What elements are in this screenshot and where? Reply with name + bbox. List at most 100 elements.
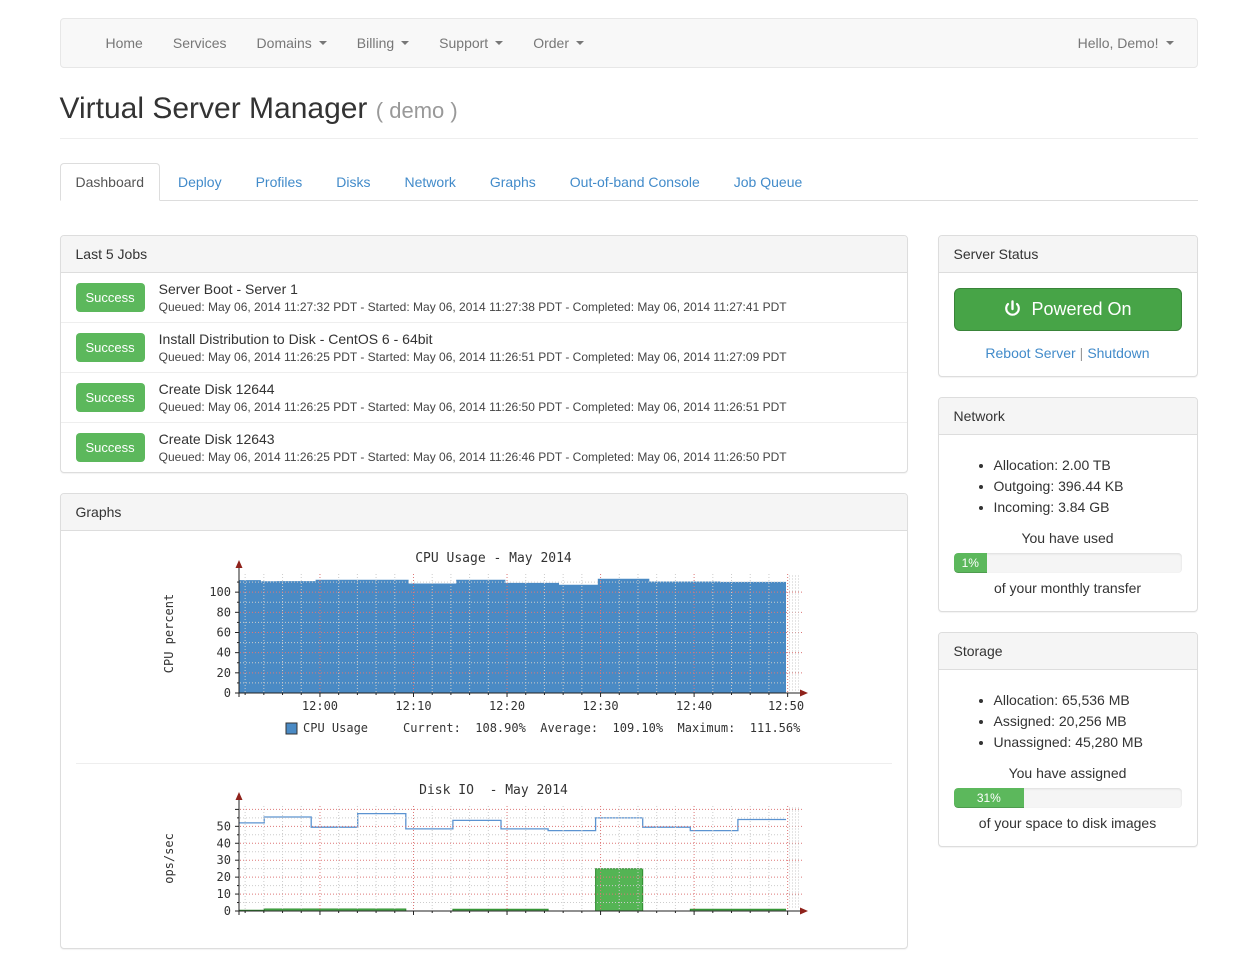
job-row: Success Create Disk 12643 Queued: May 06… (61, 422, 907, 472)
user-menu-label: Hello, Demo! (1078, 35, 1159, 51)
nav-item-label: Home (106, 35, 143, 51)
tab-network[interactable]: Network (389, 163, 472, 201)
network-incoming: Incoming: 3.84 GB (994, 497, 1182, 518)
job-meta: Queued: May 06, 2014 11:27:32 PDT - Star… (159, 300, 787, 314)
svg-text:Current: 108.90% Average: 1: Current: 108.90% Average: 109.10% Maximu… (403, 721, 801, 735)
svg-text:40: 40 (217, 646, 231, 660)
page-subtitle: ( demo ) (376, 98, 458, 123)
nav-item-billing[interactable]: Billing (342, 19, 424, 67)
user-menu[interactable]: Hello, Demo! (1063, 19, 1189, 67)
network-panel-title: Network (939, 398, 1197, 435)
job-title: Create Disk 12644 (159, 381, 787, 397)
svg-text:60: 60 (217, 625, 231, 639)
storage-unassigned: Unassigned: 45,280 MB (994, 732, 1182, 753)
job-row: Success Install Distribution to Disk - C… (61, 322, 907, 372)
server-status-panel: Server Status Powered On Reboot Server|S… (938, 235, 1198, 377)
tab-disks[interactable]: Disks (320, 163, 386, 201)
svg-text:12:20: 12:20 (489, 699, 525, 713)
nav-item-order[interactable]: Order (518, 19, 599, 67)
storage-progress: 31% (954, 788, 1182, 808)
network-stats-list: Allocation: 2.00 TB Outgoing: 396.44 KB … (954, 455, 1182, 518)
svg-text:12:40: 12:40 (676, 699, 712, 713)
svg-text:CPU Usage - May 2014: CPU Usage - May 2014 (415, 551, 572, 566)
svg-text:80: 80 (217, 605, 231, 619)
storage-usage-outro: of your space to disk images (954, 815, 1182, 831)
tab-out-of-band-console[interactable]: Out-of-band Console (554, 163, 716, 201)
reboot-link[interactable]: Reboot Server (985, 345, 1075, 361)
cpu-chart: CPU Usage - May 2014 CPU percent 0 20 40 60 80… (76, 546, 892, 751)
svg-text:20: 20 (217, 870, 231, 884)
page-header: Virtual Server Manager ( demo ) (60, 92, 1198, 139)
network-outgoing: Outgoing: 396.44 KB (994, 476, 1182, 497)
svg-text:20: 20 (217, 666, 231, 680)
storage-allocation: Allocation: 65,536 MB (994, 690, 1182, 711)
nav-item-label: Domains (257, 35, 312, 51)
network-panel: Network Allocation: 2.00 TB Outgoing: 39… (938, 397, 1198, 612)
status-badge: Success (76, 433, 145, 462)
storage-stats-list: Allocation: 65,536 MB Assigned: 20,256 M… (954, 690, 1182, 753)
chevron-down-icon (495, 41, 503, 45)
power-icon (1003, 300, 1022, 319)
shutdown-link[interactable]: Shutdown (1087, 345, 1149, 361)
tab-profiles[interactable]: Profiles (240, 163, 319, 201)
nav-item-domains[interactable]: Domains (242, 19, 342, 67)
svg-text:ops/sec: ops/sec (162, 833, 176, 884)
jobs-panel: Last 5 Jobs Success Server Boot - Server… (60, 235, 908, 473)
jobs-panel-title: Last 5 Jobs (61, 236, 907, 273)
page-title: Virtual Server Manager ( demo ) (60, 92, 1198, 126)
page-title-text: Virtual Server Manager (60, 92, 368, 125)
network-usage-intro: You have used (954, 530, 1182, 546)
svg-text:40: 40 (217, 836, 231, 850)
storage-assigned: Assigned: 20,256 MB (994, 711, 1182, 732)
job-row: Success Create Disk 12644 Queued: May 06… (61, 372, 907, 422)
content-row: Last 5 Jobs Success Server Boot - Server… (60, 235, 1198, 969)
tab-job-queue[interactable]: Job Queue (718, 163, 819, 201)
tab-dashboard[interactable]: Dashboard (60, 163, 161, 201)
job-meta: Queued: May 06, 2014 11:26:25 PDT - Star… (159, 350, 787, 364)
nav-item-label: Billing (357, 35, 394, 51)
network-progress: 1% (954, 553, 1182, 573)
nav-item-services[interactable]: Services (158, 19, 242, 67)
svg-text:0: 0 (224, 686, 231, 700)
svg-text:CPU percent: CPU percent (162, 594, 176, 673)
link-separator: | (1080, 345, 1084, 361)
chevron-down-icon (1166, 41, 1174, 45)
storage-progress-bar: 31% (954, 788, 1025, 808)
storage-usage-intro: You have assigned (954, 765, 1182, 781)
chevron-down-icon (319, 41, 327, 45)
status-badge: Success (76, 383, 145, 412)
status-badge: Success (76, 333, 145, 362)
storage-panel: Storage Allocation: 65,536 MB Assigned: … (938, 632, 1198, 847)
nav-item-label: Support (439, 35, 488, 51)
disk-chart: Disk IO - May 2014ops/sec01020304050 (76, 778, 892, 933)
tab-bar: Dashboard Deploy Profiles Disks Network … (60, 163, 1198, 201)
navbar: Home Services Domains Billing Support Or… (60, 18, 1198, 68)
jobs-list: Success Server Boot - Server 1 Queued: M… (61, 273, 907, 472)
power-button-label: Powered On (1031, 299, 1131, 320)
tab-deploy[interactable]: Deploy (162, 163, 238, 201)
nav-item-label: Services (173, 35, 227, 51)
svg-text:CPU Usage: CPU Usage (303, 721, 368, 735)
network-allocation: Allocation: 2.00 TB (994, 455, 1182, 476)
nav-item-home[interactable]: Home (91, 19, 158, 67)
job-meta: Queued: May 06, 2014 11:26:25 PDT - Star… (159, 400, 787, 414)
network-progress-bar: 1% (954, 553, 988, 573)
svg-text:0: 0 (224, 904, 231, 918)
page-container: Home Services Domains Billing Support Or… (60, 18, 1198, 969)
svg-text:12:00: 12:00 (302, 699, 338, 713)
nav-menu: Home Services Domains Billing Support Or… (91, 19, 600, 67)
graphs-panel: Graphs CPU Usage - May 2014CPU percent02… (60, 493, 908, 949)
nav-user-menu: Hello, Demo! (1063, 19, 1189, 67)
status-badge: Success (76, 283, 145, 312)
nav-item-support[interactable]: Support (424, 19, 518, 67)
job-title: Install Distribution to Disk - CentOS 6 … (159, 331, 787, 347)
svg-text:12:30: 12:30 (583, 699, 619, 713)
job-title: Server Boot - Server 1 (159, 281, 787, 297)
job-meta: Queued: May 06, 2014 11:26:25 PDT - Star… (159, 450, 787, 464)
svg-text:12:50: 12:50 (768, 699, 804, 713)
chevron-down-icon (401, 41, 409, 45)
sidebar-column: Server Status Powered On Reboot Server|S… (938, 235, 1198, 867)
job-title: Create Disk 12643 (159, 431, 787, 447)
tab-graphs[interactable]: Graphs (474, 163, 552, 201)
power-button[interactable]: Powered On (954, 288, 1182, 331)
